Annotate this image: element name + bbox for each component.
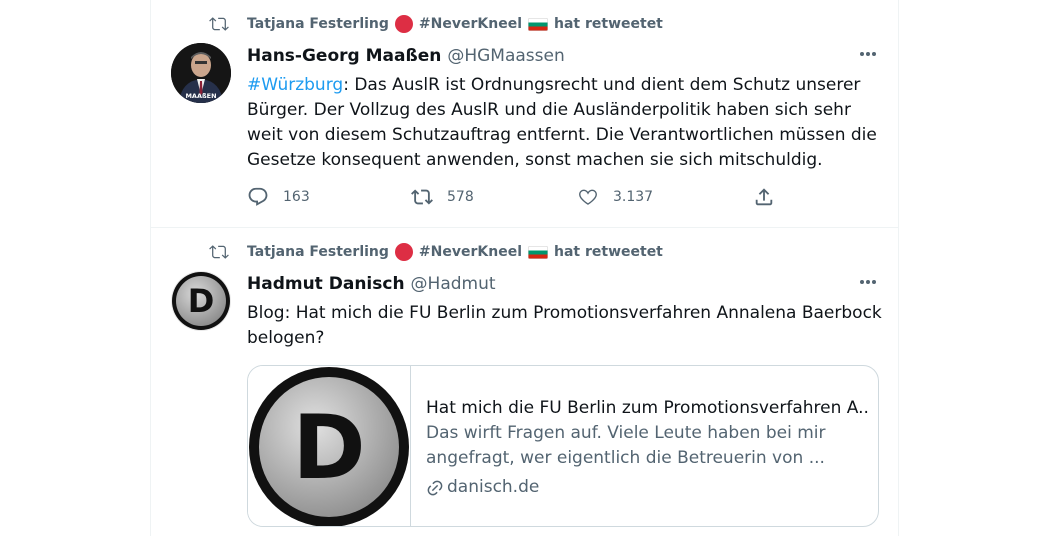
card-body: Hat mich die FU Berlin zum Promotionsver… <box>426 396 869 500</box>
avatar-image: D <box>172 272 230 330</box>
avatar[interactable]: D <box>171 271 231 331</box>
flag-emoji <box>528 17 548 31</box>
red-circle-emoji <box>394 15 413 33</box>
avatar-image: MAAßEN <box>171 43 231 103</box>
tweet-text-line: weit von diesem Schutzauftrag entfernt. … <box>247 125 877 145</box>
more-icon[interactable] <box>858 272 878 292</box>
tweet-text-line: Gesetze konsequent anwenden, sonst mache… <box>247 150 823 170</box>
like-button[interactable]: 3.137 <box>577 186 653 208</box>
tweet-text: #Würzburg: Das AuslR ist Ordnungsrecht u… <box>247 73 887 173</box>
retweet-suffix: hat retweetet <box>554 16 663 32</box>
red-circle-emoji <box>394 243 413 261</box>
card-domain[interactable]: danisch.de <box>426 475 866 500</box>
card-description-line: Das wirft Fragen auf. Viele Leute haben … <box>426 423 826 443</box>
tweet-header: Hans-Georg Maaßen @HGMaassen <box>247 46 565 68</box>
tweet-maassen[interactable]: Tatjana Festerling #NeverKneel hat retwe… <box>151 0 898 228</box>
retweet-context[interactable]: Tatjana Festerling #NeverKneel hat retwe… <box>209 14 663 34</box>
retweet-count: 578 <box>447 189 474 205</box>
retweeter-name[interactable]: Tatjana Festerling <box>247 244 389 260</box>
like-count: 3.137 <box>613 189 654 205</box>
retweet-context[interactable]: Tatjana Festerling #NeverKneel hat retwe… <box>209 242 663 262</box>
retweet-suffix: hat retweetet <box>554 244 663 260</box>
card-domain-text[interactable]: danisch.de <box>447 475 539 500</box>
link-icon <box>427 480 443 495</box>
reply-count: 163 <box>283 189 310 205</box>
tweet-danisch[interactable]: Tatjana Festerling #NeverKneel hat retwe… <box>151 228 898 536</box>
retweeter-hashtag[interactable]: #NeverKneel <box>419 244 522 260</box>
retweeter-hashtag[interactable]: #NeverKneel <box>419 16 522 32</box>
card-logo-letter: D <box>292 396 365 499</box>
tweet-text-line: : Das AuslR ist Ordnungsrecht und dient … <box>343 75 861 95</box>
timeline: Tatjana Festerling #NeverKneel hat retwe… <box>150 0 899 536</box>
card-logo: D <box>249 367 409 526</box>
retweeter-name[interactable]: Tatjana Festerling <box>247 16 389 32</box>
card-thumbnail[interactable]: D <box>248 366 411 526</box>
tweet-text: Blog: Hat mich die FU Berlin zum Promoti… <box>247 301 887 351</box>
like-icon <box>579 189 597 205</box>
retweet-icon <box>411 189 433 205</box>
card-title[interactable]: Hat mich die FU Berlin zum Promotionsver… <box>426 396 869 421</box>
reply-button[interactable]: 163 <box>247 186 310 208</box>
tweet-header: Hadmut Danisch @Hadmut <box>247 274 496 296</box>
share-button[interactable] <box>753 186 775 208</box>
author-handle[interactable]: @HGMaassen <box>447 46 564 66</box>
retweet-icon <box>209 17 229 31</box>
hashtag-link[interactable]: #Würzburg <box>247 75 343 95</box>
share-icon <box>755 188 773 206</box>
tweet-actions: 163 578 3.137 <box>247 186 787 212</box>
retweet-icon <box>209 245 229 259</box>
author-handle[interactable]: @Hadmut <box>411 274 496 294</box>
more-icon[interactable] <box>858 44 878 64</box>
flag-emoji <box>528 245 548 259</box>
reply-icon <box>248 187 268 206</box>
avatar-caption: MAAßEN <box>185 92 216 100</box>
card-description-line: angefragt, wer eigentlich die Betreuerin… <box>426 448 825 468</box>
avatar[interactable]: MAAßEN <box>171 43 231 103</box>
retweet-button[interactable]: 578 <box>411 186 474 208</box>
tweet-text-line: belogen? <box>247 328 325 348</box>
tweet-text-line: Blog: Hat mich die FU Berlin zum Promoti… <box>247 303 882 323</box>
author-name[interactable]: Hans-Georg Maaßen <box>247 46 441 66</box>
author-name[interactable]: Hadmut Danisch <box>247 274 405 294</box>
link-card[interactable]: D Hat mich die FU Berlin zum Promotionsv… <box>247 365 879 527</box>
tweet-text-line: Bürger. Der Vollzug des AuslR und die Au… <box>247 100 851 120</box>
avatar-letter: D <box>188 282 215 320</box>
